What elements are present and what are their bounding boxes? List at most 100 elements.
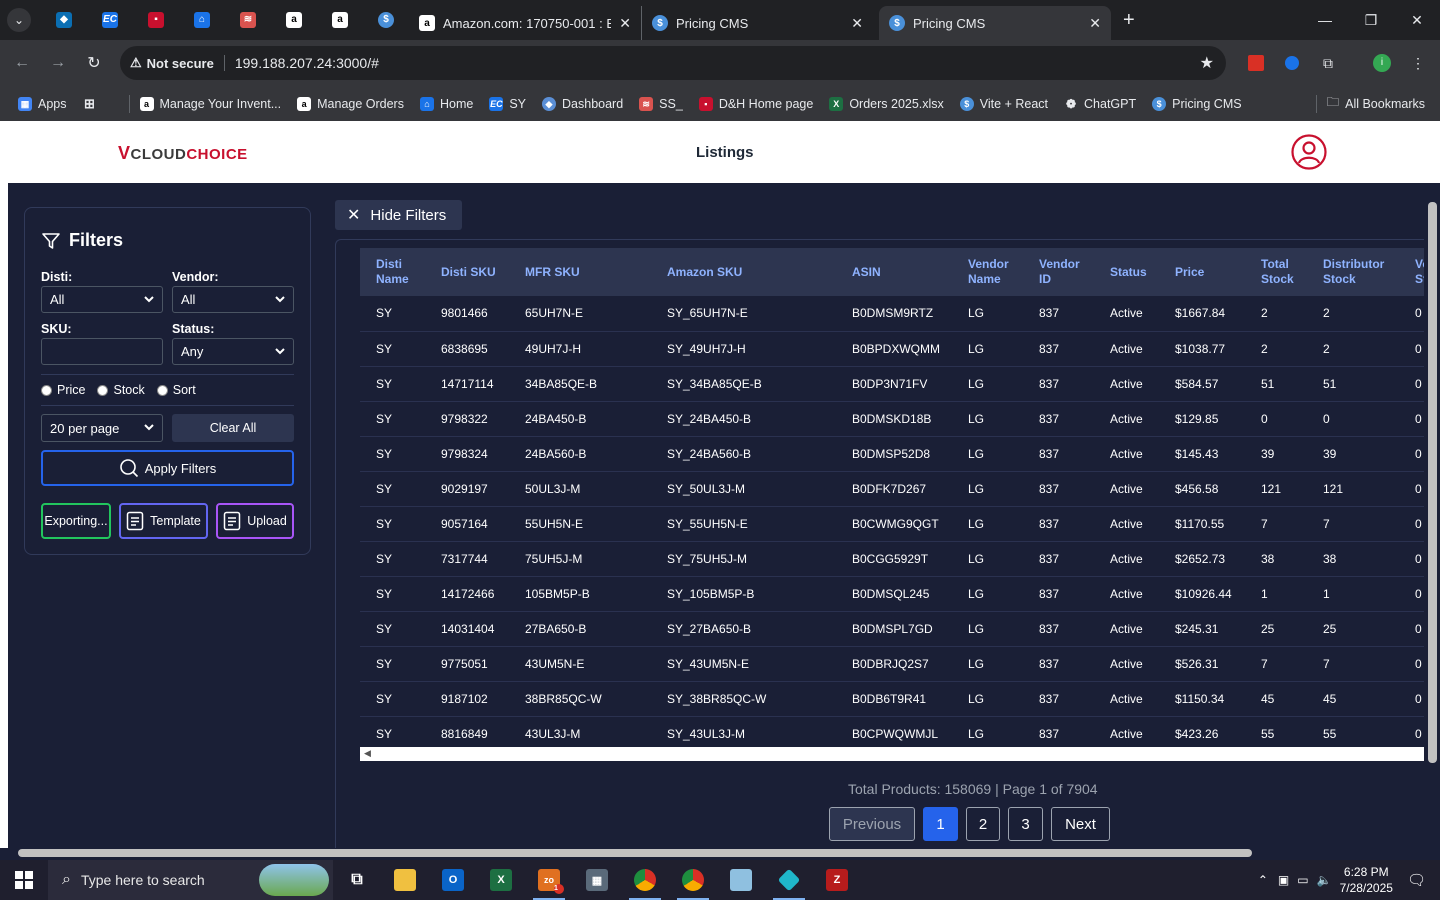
pinned-tab-amazon-2[interactable]: a bbox=[317, 0, 363, 40]
extensions-icon[interactable]: ⧉ bbox=[1310, 45, 1346, 81]
file-explorer-icon[interactable] bbox=[381, 860, 429, 900]
pinned-tab-dh[interactable]: ▪ bbox=[133, 0, 179, 40]
meet-now-icon[interactable]: ▣ bbox=[1278, 873, 1289, 887]
vertical-scroll-thumb[interactable] bbox=[1428, 202, 1437, 763]
outlook-icon[interactable]: O bbox=[429, 860, 477, 900]
bookmark-tabs-grid[interactable]: ⊞ bbox=[83, 96, 103, 111]
upload-button[interactable]: Upload bbox=[216, 503, 294, 539]
radio-stock[interactable]: Stock bbox=[97, 383, 145, 397]
per-page-select[interactable]: 20 per page bbox=[41, 414, 163, 442]
page-button-2[interactable]: 2 bbox=[966, 807, 1000, 841]
template-button[interactable]: Template bbox=[119, 503, 208, 539]
bookmark-manage-orders[interactable]: a Manage Orders bbox=[297, 96, 404, 111]
close-icon[interactable]: ✕ bbox=[619, 15, 631, 32]
clock[interactable]: 6:28 PM 7/28/2025 bbox=[1340, 864, 1393, 896]
column-header[interactable]: Vendor Name bbox=[952, 248, 1023, 296]
column-header[interactable]: Ve St bbox=[1399, 248, 1426, 296]
bookmark-pricing-cms[interactable]: $ Pricing CMS bbox=[1152, 96, 1242, 111]
vendor-select[interactable]: All bbox=[172, 286, 294, 313]
bookmark-dh[interactable]: ▪ D&H Home page bbox=[698, 96, 813, 111]
table-row[interactable]: SY 9798322 24BA450-B SY_24BA450-B B0DMSKD18B… bbox=[360, 401, 1426, 436]
radio-sort[interactable]: Sort bbox=[156, 383, 196, 397]
table-row[interactable]: SY 9187102 38BR85QC-W SY_38BR85QC-W B0DB6T9R… bbox=[360, 681, 1426, 716]
table-row[interactable]: SY 9057164 55UH5N-E SY_55UH5N-E B0CWMG9QGT LG… bbox=[360, 506, 1426, 541]
bookmark-orders-xlsx[interactable]: X Orders 2025.xlsx bbox=[829, 96, 944, 111]
column-header[interactable]: Disti Name bbox=[360, 248, 425, 296]
pdf-extension-icon[interactable] bbox=[1238, 45, 1274, 81]
export-button[interactable]: Exporting... bbox=[41, 503, 111, 539]
bookmark-home[interactable]: ⌂ Home bbox=[419, 96, 473, 111]
pinned-tab-ss[interactable]: ≋ bbox=[225, 0, 271, 40]
sku-input[interactable] bbox=[41, 338, 163, 365]
column-header[interactable]: Vendor ID bbox=[1023, 248, 1094, 296]
pinned-tab-dollar[interactable]: $ bbox=[363, 0, 409, 40]
pinned-tab-ec2[interactable]: EC bbox=[87, 0, 133, 40]
pinned-tab-ec[interactable]: ◆ bbox=[41, 0, 87, 40]
radio-price[interactable]: Price bbox=[41, 383, 85, 397]
column-header[interactable]: Price bbox=[1159, 248, 1245, 296]
apply-filters-button[interactable]: Apply Filters bbox=[41, 450, 294, 486]
table-row[interactable]: SY 8816849 43UL3J-M SY_43UL3J-M B0CPWQWMJL LG… bbox=[360, 716, 1426, 748]
notepad-icon[interactable] bbox=[717, 860, 765, 900]
close-icon[interactable]: ✕ bbox=[851, 15, 863, 32]
tab-pricing-cms-2[interactable]: $ Pricing CMS ✕ bbox=[879, 6, 1111, 40]
next-page-button[interactable]: Next bbox=[1051, 807, 1110, 841]
page-button-1[interactable]: 1 bbox=[923, 807, 958, 841]
horizontal-scroll-thumb[interactable] bbox=[18, 849, 1252, 857]
bookmark-vite-react[interactable]: $ Vite + React bbox=[959, 96, 1048, 111]
table-row[interactable]: SY 9029197 50UL3J-M SY_50UL3J-M B0DFK7D267 LG… bbox=[360, 471, 1426, 506]
column-header[interactable]: Distributor Stock bbox=[1307, 248, 1399, 296]
hide-filters-button[interactable]: ✕ Hide Filters bbox=[335, 200, 462, 230]
url-text[interactable]: 199.188.207.24:3000/# bbox=[235, 55, 379, 71]
table-row[interactable]: SY 9775051 43UM5N-E SY_43UM5N-E B0DBRJQ2S7 LG… bbox=[360, 646, 1426, 681]
column-header[interactable]: MFR SKU bbox=[509, 248, 651, 296]
bookmark-apps[interactable]: ▦ Apps bbox=[18, 96, 67, 111]
bookmark-chatgpt[interactable]: ❁ ChatGPT bbox=[1064, 97, 1136, 111]
pinned-tab-amazon-1[interactable]: a bbox=[271, 0, 317, 40]
bookmark-dashboard[interactable]: ◆ Dashboard bbox=[542, 96, 623, 111]
clear-all-button[interactable]: Clear All bbox=[172, 414, 294, 442]
calculator-icon[interactable]: ▦ bbox=[573, 860, 621, 900]
chrome-icon[interactable] bbox=[621, 860, 669, 900]
nav-listings[interactable]: Listings bbox=[696, 144, 754, 161]
column-header[interactable]: Amazon SKU bbox=[651, 248, 836, 296]
all-bookmarks[interactable]: 🗀 All Bookmarks bbox=[1306, 93, 1425, 114]
column-header[interactable]: Status bbox=[1094, 248, 1159, 296]
volume-icon[interactable]: 🔈 bbox=[1317, 873, 1332, 887]
column-header[interactable]: Disti SKU bbox=[425, 248, 509, 296]
pinned-tab-home[interactable]: ⌂ bbox=[179, 0, 225, 40]
security-indicator[interactable]: ⚠ Not secure bbox=[130, 55, 225, 71]
tab-search-icon[interactable]: ⌄ bbox=[7, 8, 31, 32]
filezilla-icon[interactable]: Z bbox=[813, 860, 861, 900]
table-row[interactable]: SY 14717114 34BA85QE-B SY_34BA85QE-B B0DP3N7… bbox=[360, 366, 1426, 401]
previous-page-button[interactable]: Previous bbox=[829, 807, 915, 841]
app-diamond-icon[interactable] bbox=[765, 860, 813, 900]
table-row[interactable]: SY 6838695 49UH7J-H SY_49UH7J-H B0BPDXWQMM LG… bbox=[360, 331, 1426, 366]
table-row[interactable]: SY 9798324 24BA560-B SY_24BA560-B B0DMSP52D8… bbox=[360, 436, 1426, 471]
forward-icon[interactable]: → bbox=[40, 45, 76, 81]
table-row[interactable]: SY 9801466 65UH7N-E SY_65UH7N-E B0DMSM9RTZ LG… bbox=[360, 296, 1426, 331]
page-button-3[interactable]: 3 bbox=[1008, 807, 1043, 841]
table-horizontal-scrollbar[interactable]: ◀ bbox=[360, 747, 1426, 761]
column-header[interactable]: Total Stock bbox=[1245, 248, 1307, 296]
chrome-profile-icon[interactable] bbox=[669, 860, 717, 900]
table-row[interactable]: SY 7317744 75UH5J-M SY_75UH5J-M B0CGG5929T LG… bbox=[360, 541, 1426, 576]
close-icon[interactable]: ✕ bbox=[1089, 15, 1101, 32]
zoom-icon[interactable]: zo 1 bbox=[525, 860, 573, 900]
menu-icon[interactable]: ⋮ bbox=[1400, 45, 1436, 81]
start-button[interactable] bbox=[0, 860, 48, 900]
bookmark-star-icon[interactable]: ★ bbox=[1200, 53, 1214, 73]
close-window-icon[interactable]: ✕ bbox=[1394, 0, 1440, 40]
new-tab-icon[interactable]: + bbox=[1123, 9, 1135, 32]
notifications-icon[interactable]: 🗨 bbox=[1407, 871, 1426, 889]
logo[interactable]: VCLOUDCHOICE bbox=[118, 143, 248, 164]
reload-icon[interactable]: ↻ bbox=[76, 45, 112, 81]
puzzle-extension-icon-2[interactable] bbox=[1274, 45, 1310, 81]
bookmark-ss[interactable]: ≋ SS_ bbox=[639, 96, 683, 111]
tab-pricing-cms-1[interactable]: $ Pricing CMS ✕ bbox=[641, 6, 873, 40]
minimize-icon[interactable]: — bbox=[1302, 0, 1348, 40]
table-row[interactable]: SY 14031404 27BA650-B SY_27BA650-B B0DMSPL7G… bbox=[360, 611, 1426, 646]
profile-icon[interactable]: i bbox=[1364, 45, 1400, 81]
back-icon[interactable]: ← bbox=[4, 45, 40, 81]
tab-amazon[interactable]: a Amazon.com: 170750-001 : Elec ✕ bbox=[409, 6, 641, 40]
